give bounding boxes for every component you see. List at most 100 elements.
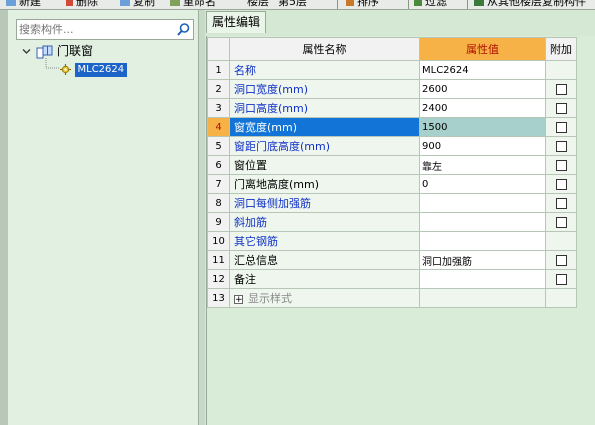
property-name-label: 窗宽度(mm) [234, 121, 298, 134]
property-name[interactable]: 斜加筋 [229, 212, 420, 232]
toolbar-divider [467, 0, 468, 9]
property-row[interactable]: 12 备注 [207, 269, 577, 289]
property-row[interactable]: 13 + 显示样式 [207, 288, 577, 308]
floor-label: 楼层 [247, 0, 269, 8]
property-name[interactable]: 窗宽度(mm) [229, 117, 420, 137]
property-value[interactable]: 2600 [419, 79, 546, 99]
property-name[interactable]: 洞口宽度(mm) [229, 79, 420, 99]
splitter[interactable] [198, 10, 205, 425]
extra-cell [545, 174, 577, 194]
extra-checkbox[interactable] [555, 84, 567, 95]
property-name-label: 斜加筋 [234, 216, 267, 229]
filter-icon [414, 0, 422, 6]
sort-button[interactable]: 排序 [346, 0, 379, 9]
property-name[interactable]: + 显示样式 [229, 288, 420, 308]
new-icon [6, 0, 16, 6]
tree-root-item[interactable]: 门联窗 [22, 44, 93, 59]
row-number: 10 [207, 231, 230, 251]
property-value[interactable] [419, 231, 546, 251]
property-value[interactable] [419, 269, 546, 289]
floor-select[interactable]: 第5层 [278, 0, 307, 9]
extra-cell [545, 193, 577, 213]
rename-icon [170, 0, 180, 6]
property-value[interactable] [419, 212, 546, 232]
extra-checkbox[interactable] [555, 217, 567, 228]
search-icon[interactable] [175, 21, 192, 38]
tree-root-label: 门联窗 [57, 44, 94, 58]
property-name-label: 窗距门底高度(mm) [234, 140, 331, 153]
toolbar: 新建 删除 复制 重命名 楼层 第5层 排序 过滤 从其他楼层复制构件 [0, 0, 595, 10]
new-button[interactable]: 新建 [6, 0, 41, 9]
copy-floor-icon [474, 0, 484, 6]
toolbar-divider [408, 0, 409, 9]
property-value[interactable] [419, 288, 546, 308]
extra-checkbox[interactable] [555, 122, 567, 133]
row-number: 4 [207, 117, 230, 137]
property-name-label: 显示样式 [248, 292, 292, 305]
property-row[interactable]: 9 斜加筋 [207, 212, 577, 232]
row-number: 9 [207, 212, 230, 232]
property-value[interactable]: 1500 [419, 117, 546, 137]
filter-button[interactable]: 过滤 [414, 0, 447, 9]
extra-checkbox[interactable] [555, 179, 567, 190]
property-value[interactable]: 2400 [419, 98, 546, 118]
property-row[interactable]: 2 洞口宽度(mm) 2600 [207, 79, 577, 99]
extra-cell [545, 155, 577, 175]
property-name[interactable]: 窗距门底高度(mm) [229, 136, 420, 156]
delete-icon [66, 0, 73, 6]
property-value[interactable]: MLC2624 [419, 60, 546, 80]
property-value[interactable] [419, 193, 546, 213]
extra-checkbox[interactable] [555, 198, 567, 209]
extra-cell [545, 79, 577, 99]
extra-cell [545, 250, 577, 270]
property-name[interactable]: 名称 [229, 60, 420, 80]
property-value[interactable]: 洞口加强筋 [419, 250, 546, 270]
column-header-extra[interactable]: 附加 [545, 37, 577, 61]
tree-child-label: MLC2624 [74, 63, 128, 77]
property-name[interactable]: 其它钢筋 [229, 231, 420, 251]
copy-from-floor-button[interactable]: 从其他楼层复制构件 [474, 0, 586, 9]
column-header-name[interactable]: 属性名称 [229, 37, 420, 61]
property-name[interactable]: 汇总信息 [229, 250, 420, 270]
property-name[interactable]: 洞口高度(mm) [229, 98, 420, 118]
property-name[interactable]: 洞口每侧加强筋 [229, 193, 420, 213]
property-row[interactable]: 6 窗位置 靠左 [207, 155, 577, 175]
row-number: 8 [207, 193, 230, 213]
copy-button[interactable]: 复制 [120, 0, 155, 9]
property-name[interactable]: 窗位置 [229, 155, 420, 175]
property-row[interactable]: 5 窗距门底高度(mm) 900 [207, 136, 577, 156]
delete-button[interactable]: 删除 [66, 0, 98, 9]
property-row[interactable]: 1 名称 MLC2624 [207, 60, 577, 80]
extra-checkbox[interactable] [555, 141, 567, 152]
property-name[interactable]: 备注 [229, 269, 420, 289]
property-value[interactable]: 靠左 [419, 155, 546, 175]
extra-checkbox[interactable] [555, 103, 567, 114]
extra-cell [545, 98, 577, 118]
extra-cell [545, 231, 577, 251]
expand-arrow-icon[interactable] [22, 45, 32, 60]
property-row[interactable]: 4 窗宽度(mm) 1500 [207, 117, 577, 137]
property-name-label: 洞口宽度(mm) [234, 83, 309, 96]
extra-checkbox[interactable] [555, 160, 567, 171]
property-row[interactable]: 10 其它钢筋 [207, 231, 577, 251]
property-row[interactable]: 7 门离地高度(mm) 0 [207, 174, 577, 194]
property-value[interactable]: 0 [419, 174, 546, 194]
search-input[interactable] [19, 22, 169, 37]
property-name[interactable]: 门离地高度(mm) [229, 174, 420, 194]
row-number: 11 [207, 250, 230, 270]
property-row[interactable]: 11 汇总信息 洞口加强筋 [207, 250, 577, 270]
extra-checkbox[interactable] [555, 274, 567, 285]
rename-button[interactable]: 重命名 [170, 0, 216, 9]
property-value[interactable]: 900 [419, 136, 546, 156]
extra-cell [545, 288, 577, 308]
extra-checkbox[interactable] [555, 255, 567, 266]
column-header-value[interactable]: 属性值 [419, 37, 546, 61]
tree-child-item[interactable]: MLC2624 [60, 62, 128, 77]
property-name-label: 洞口高度(mm) [234, 102, 309, 115]
row-number: 2 [207, 79, 230, 99]
property-row[interactable]: 3 洞口高度(mm) 2400 [207, 98, 577, 118]
expand-plus-icon[interactable]: + [234, 294, 243, 304]
property-row[interactable]: 8 洞口每侧加强筋 [207, 193, 577, 213]
tab-property-edit[interactable]: 属性编辑 [206, 11, 266, 33]
toolbar-divider [337, 0, 338, 9]
